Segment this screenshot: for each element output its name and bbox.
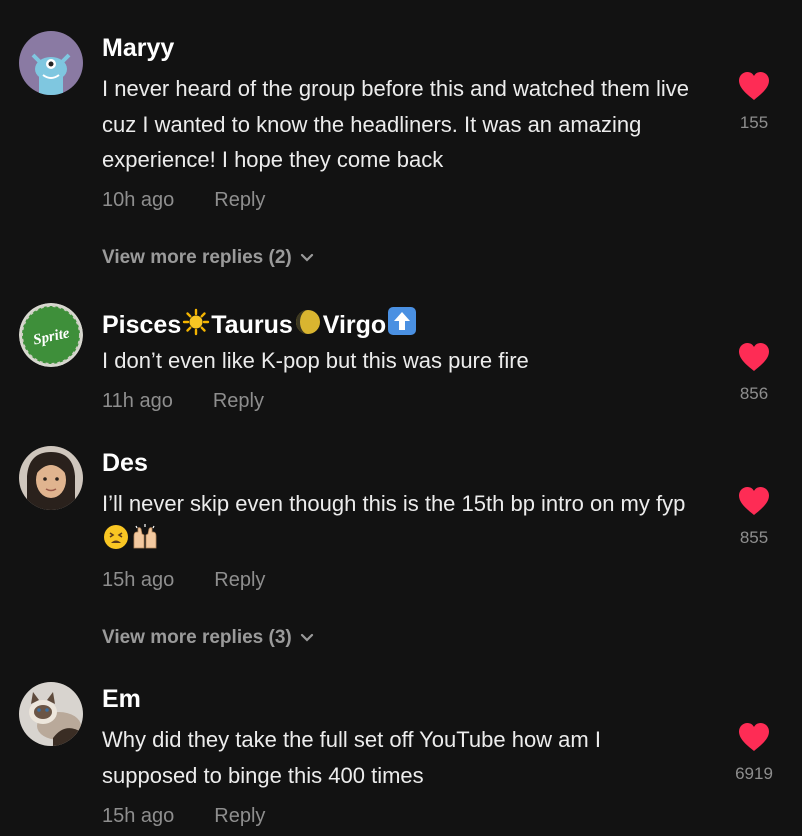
username[interactable]: Des [102, 449, 148, 478]
timestamp: 10h ago [102, 189, 175, 211]
chevron-down-icon [300, 633, 313, 642]
view-more-replies-button[interactable]: View more replies (3) [102, 627, 314, 649]
view-more-replies-button[interactable]: View more replies (2) [102, 247, 314, 269]
avatar[interactable] [19, 31, 83, 95]
username[interactable]: Em [102, 685, 141, 714]
user-photo-icon [19, 446, 83, 510]
heart-icon[interactable] [738, 342, 770, 372]
view-more-replies-label: View more replies (3) [102, 627, 292, 648]
tired-face-emoji-icon [104, 524, 128, 549]
comment-text: I’ll never skip even though this is the … [102, 486, 702, 557]
chevron-down-icon [300, 253, 313, 262]
username[interactable]: Pisces Taurus Virgo [102, 306, 418, 340]
timestamp: 11h ago [102, 390, 173, 412]
sun-emoji-icon [183, 308, 210, 336]
timestamp: 15h ago [102, 805, 175, 827]
comment-meta: 15h ago Reply [102, 805, 265, 828]
raised-hands-emoji-icon [133, 523, 157, 548]
like-count: 856 [739, 384, 769, 403]
avatar[interactable] [19, 682, 83, 746]
comment-text: Why did they take the full set off YouTu… [102, 727, 601, 788]
heart-icon[interactable] [738, 71, 770, 101]
reply-button[interactable]: Reply [213, 390, 264, 412]
reply-button[interactable]: Reply [214, 805, 265, 827]
comment-text-body: I’ll never skip even though this is the … [102, 491, 686, 516]
sprite-logo-icon: Sprite [19, 303, 83, 367]
like-count: 855 [739, 528, 769, 547]
username[interactable]: Maryy [102, 34, 174, 63]
avatar[interactable]: Sprite [19, 303, 83, 367]
heart-icon[interactable] [738, 722, 770, 752]
comment-text: I never heard of the group before this a… [102, 76, 690, 172]
timestamp: 15h ago [102, 569, 175, 591]
moon-emoji-icon [295, 310, 320, 334]
avatar[interactable] [19, 446, 83, 510]
reply-button[interactable]: Reply [214, 189, 265, 211]
heart-icon[interactable] [738, 486, 770, 516]
like-count: 6919 [735, 764, 773, 783]
comment-meta: 10h ago Reply [102, 189, 265, 212]
username-part: Pisces [102, 311, 182, 339]
username-part: Taurus [211, 311, 293, 339]
username-part: Virgo [322, 311, 387, 339]
view-more-replies-label: View more replies (2) [102, 247, 292, 268]
monster-avatar-icon [19, 31, 83, 95]
up-arrow-emoji-icon [388, 307, 417, 335]
comment-meta: 11h ago Reply [102, 390, 264, 413]
user-photo-icon [19, 682, 83, 746]
like-count: 155 [739, 113, 769, 132]
comment-meta: 15h ago Reply [102, 569, 265, 592]
reply-button[interactable]: Reply [214, 569, 265, 591]
comment-text: I don’t even like K-pop but this was pur… [102, 348, 529, 373]
